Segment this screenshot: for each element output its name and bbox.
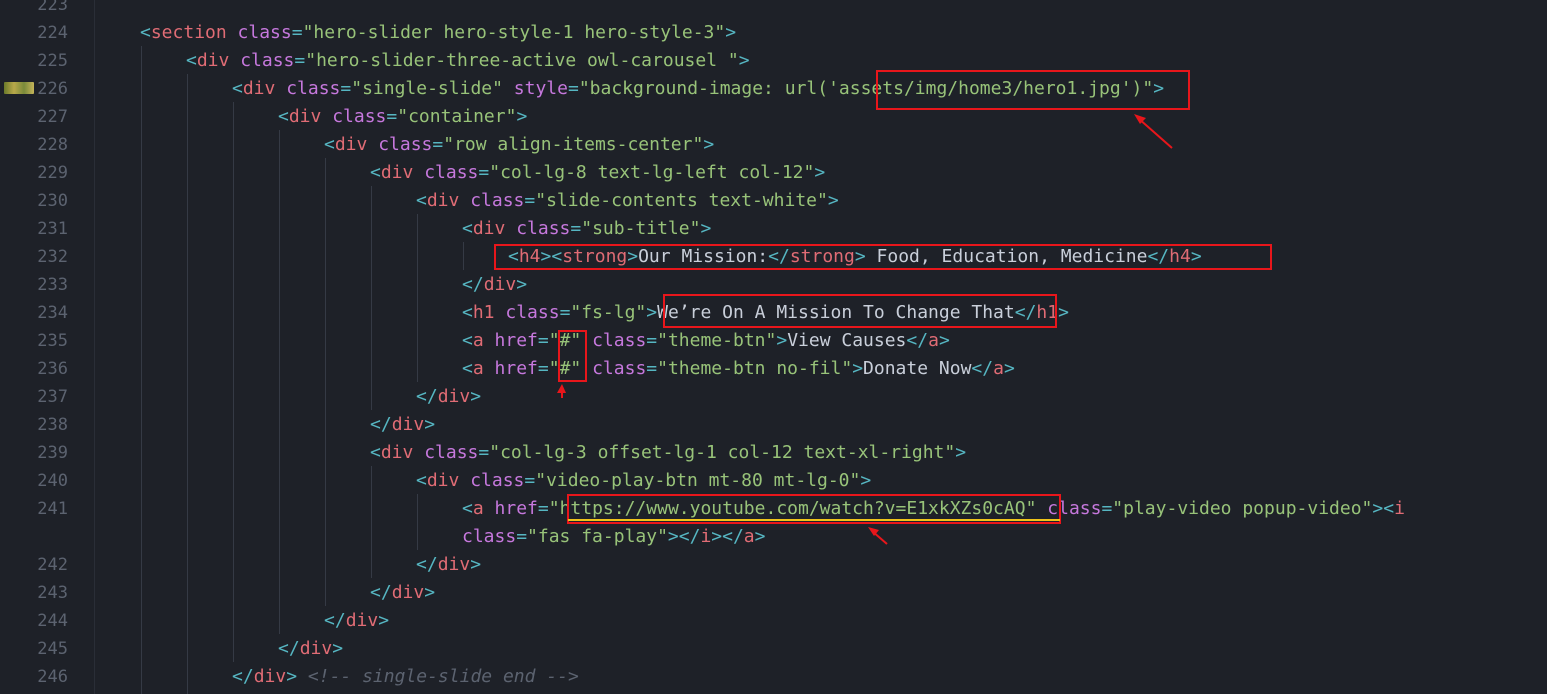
annotation-arrows <box>557 114 1173 545</box>
code-editor[interactable]: 223 224 225 226 227 228 229 230 231 232 233 234 235 2… <box>0 0 1547 694</box>
arrow-image-path <box>1137 117 1173 149</box>
code-area[interactable]: <section class="hero-slider hero-style-1… <box>0 0 1547 694</box>
